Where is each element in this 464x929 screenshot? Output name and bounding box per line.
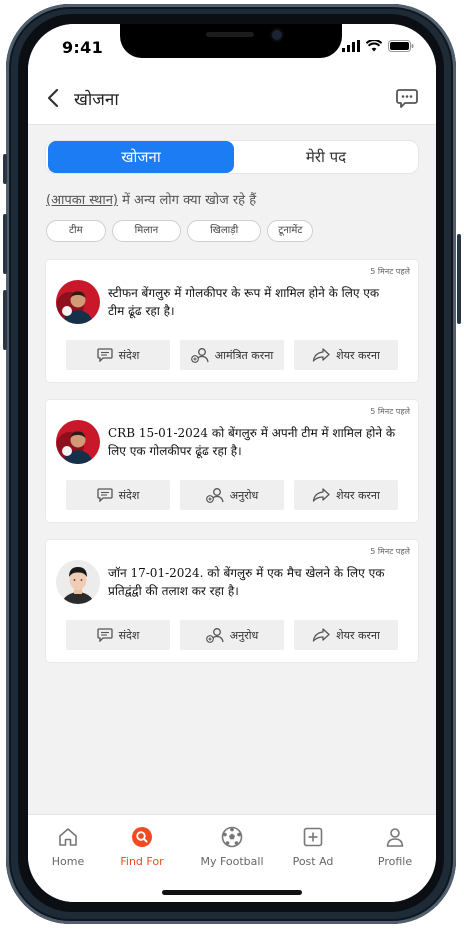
add-person-icon (190, 348, 209, 363)
post-actions: संदेश अनुरोध शेयर करना (66, 480, 398, 510)
post-time: 5 मिनट पहले (370, 267, 410, 276)
post-actions: संदेश आमंत्रित करना शेयर करना (66, 340, 398, 370)
share-button[interactable]: शेयर करना (294, 620, 398, 650)
search-subheading: (आपका स्थान) में अन्य लोग क्या खोज रहे ह… (46, 190, 256, 208)
share-label: शेयर करना (336, 628, 380, 642)
search-icon (132, 827, 152, 847)
request-button[interactable]: अनुरोध (180, 620, 284, 650)
message-label: संदेश (118, 628, 140, 642)
location-link[interactable]: (आपका स्थान) (46, 193, 118, 208)
share-icon (312, 348, 330, 362)
nav-find-for-label: Find For (120, 855, 164, 868)
nav-profile[interactable]: Profile (355, 825, 435, 868)
message-icon (96, 348, 113, 362)
chat-icon[interactable] (396, 88, 418, 108)
message-icon (96, 628, 113, 642)
add-person-icon (205, 628, 224, 643)
nav-post-ad-label: Post Ad (292, 855, 334, 868)
message-button[interactable]: संदेश (66, 620, 170, 650)
message-label: संदेश (118, 488, 140, 502)
home-icon (59, 828, 77, 846)
notch (120, 24, 342, 58)
message-button[interactable]: संदेश (66, 340, 170, 370)
tab-my-posts[interactable]: मेरी पद (236, 141, 416, 173)
back-icon[interactable] (46, 88, 62, 108)
request-button[interactable]: अनुरोध (180, 480, 284, 510)
status-bar: 9:41 (28, 24, 436, 74)
invite-button[interactable]: आमंत्रित करना (180, 340, 284, 370)
post-actions: संदेश अनुरोध शेयर करना (66, 620, 398, 650)
wifi-icon (366, 40, 382, 52)
speaker (206, 32, 254, 37)
football-icon (221, 826, 243, 848)
home-indicator (162, 890, 302, 895)
segmented-tabs: खोजना मेरी पद (46, 141, 418, 173)
side-button (457, 234, 461, 324)
share-label: शेयर करना (336, 488, 380, 502)
post-text: जॉन 17-01-2024. को बेंगलुरु में एक मैच ख… (108, 566, 385, 598)
side-button (3, 154, 7, 184)
post-time: 5 मिनट पहले (370, 407, 410, 416)
message-label: संदेश (118, 348, 140, 362)
avatar (56, 560, 100, 604)
nav-post-ad[interactable]: Post Ad (273, 825, 353, 868)
post-text: CRB 15-01-2024 को बेंगलुरु में अपनी टीम … (108, 426, 396, 458)
tab-search[interactable]: खोजना (48, 141, 234, 173)
message-button[interactable]: संदेश (66, 480, 170, 510)
subheading-text: में अन्य लोग क्या खोज रहे हैं (117, 193, 257, 208)
app-header: खोजना (28, 74, 436, 125)
chip-team[interactable]: टीम (46, 220, 106, 242)
nav-home-label: Home (51, 855, 85, 868)
share-label: शेयर करना (336, 348, 380, 362)
post-time: 5 मिनट पहले (370, 547, 410, 556)
chip-tournament[interactable]: टूनामेंट (267, 220, 314, 242)
post-card: 5 मिनट पहले जॉन 17-01-2024. को बेंगलुरु … (46, 540, 418, 662)
invite-label: आमंत्रित करना (214, 348, 274, 362)
screen: 9:41 खोजना खोजना मेरी पद (आपका स्थान) मे… (28, 24, 436, 902)
side-button (3, 214, 7, 274)
post-card: 5 मिनट पहले स्टीफन बेंगलुरु में गोलकीपर … (46, 260, 418, 382)
status-icons (342, 40, 414, 52)
post-text: स्टीफन बेंगलुरु में गोलकीपर के रूप में श… (108, 286, 380, 318)
nav-my-football-label: My Football (200, 855, 264, 868)
share-button[interactable]: शेयर करना (294, 340, 398, 370)
avatar (56, 420, 100, 464)
page-title: खोजना (74, 90, 119, 110)
battery-icon (388, 40, 414, 52)
post-card: 5 मिनट पहले CRB 15-01-2024 को बेंगलुरु म… (46, 400, 418, 522)
nav-my-football[interactable]: My Football (192, 825, 272, 868)
share-icon (312, 628, 330, 642)
request-label: अनुरोध (229, 488, 259, 502)
status-time: 9:41 (62, 38, 103, 57)
message-icon (96, 488, 113, 502)
avatar (56, 280, 100, 324)
camera (272, 30, 282, 40)
chip-player[interactable]: खिलाड़ी (187, 220, 262, 242)
bottom-nav: Home Find For My Football Post Ad Profil… (28, 814, 436, 902)
nav-home[interactable]: Home (28, 825, 108, 868)
person-icon (386, 828, 404, 847)
share-button[interactable]: शेयर करना (294, 480, 398, 510)
share-icon (312, 488, 330, 502)
request-label: अनुरोध (229, 628, 259, 642)
side-button (3, 290, 7, 350)
add-person-icon (205, 488, 224, 503)
signal-icon (342, 40, 360, 52)
filter-chips: टीम मिलान खिलाड़ी टूनामेंट (46, 220, 314, 242)
nav-find-for[interactable]: Find For (102, 825, 182, 868)
plus-square-icon (303, 827, 323, 847)
nav-profile-label: Profile (377, 855, 413, 868)
chip-match[interactable]: मिलान (111, 220, 182, 242)
